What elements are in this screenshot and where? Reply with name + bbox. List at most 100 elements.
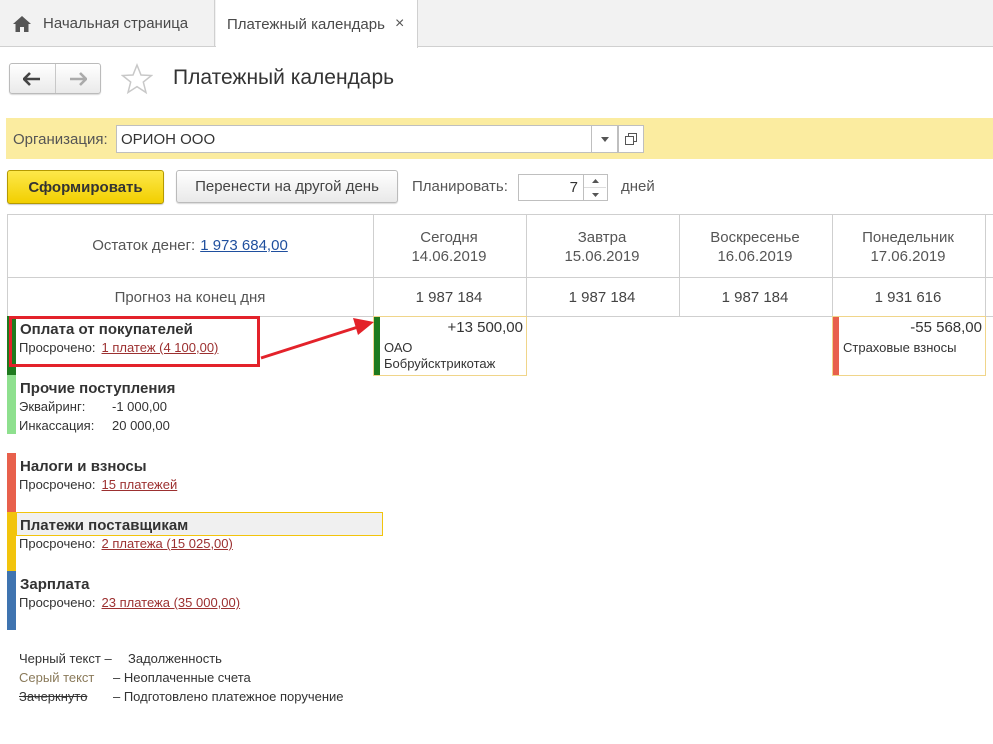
forecast-label: Прогноз на конец дня: [114, 289, 266, 306]
entry-line: ОАО: [384, 340, 413, 355]
grid-line: [7, 214, 993, 215]
grid-line: [7, 277, 993, 278]
day-name: Воскресенье: [710, 229, 800, 246]
entry-color-bar: [374, 317, 380, 375]
day-name: Понедельник: [862, 229, 954, 246]
tab-home-label: Начальная страница: [43, 15, 189, 32]
category-color-bar: [7, 375, 16, 434]
entry-amount: +13 500,00: [447, 319, 524, 336]
overdue-label: Просрочено:: [19, 536, 96, 551]
legend-key: Серый текст: [19, 670, 95, 685]
day-header[interactable]: Завтра 15.06.2019: [526, 228, 678, 266]
organization-field[interactable]: ОРИОН ООО: [116, 125, 592, 153]
close-icon[interactable]: ×: [395, 15, 404, 33]
plan-days-input[interactable]: 7: [518, 174, 584, 201]
day-date: 15.06.2019: [564, 248, 640, 265]
tab-bar: Начальная страница Платежный календарь ×: [0, 0, 993, 48]
entry-description: Страховые взносы: [843, 340, 956, 356]
plan-days-stepper[interactable]: [584, 174, 608, 201]
category-detail-line: Эквайринг: -1 000,00: [19, 399, 167, 414]
category-title: Прочие поступления: [20, 380, 176, 397]
category-color-bar: [7, 571, 16, 630]
forecast-value: 1 987 184: [415, 289, 483, 306]
annotation-highlight-box: [9, 316, 260, 367]
balance-cell: Остаток денег: 1 973 684,00: [7, 237, 373, 254]
back-button[interactable]: [10, 64, 55, 93]
category-title: Платежи поставщикам: [20, 517, 189, 534]
category-overdue-line: Просрочено: 2 платежа (15 025,00): [19, 536, 233, 551]
overdue-link[interactable]: 2 платежа (15 025,00): [102, 536, 233, 551]
category-color-bar: [7, 453, 16, 512]
entry-line: Бобруйсктрикотаж: [384, 356, 496, 371]
tab-home[interactable]: Начальная страница: [0, 0, 215, 47]
category-other-receipts[interactable]: Прочие поступления Эквайринг: -1 000,00 И…: [7, 375, 375, 434]
balance-label: Остаток денег:: [92, 237, 196, 254]
organization-dropdown-button[interactable]: [592, 125, 618, 153]
organization-label: Организация:: [13, 131, 108, 148]
day-header[interactable]: Понедельник 17.06.2019: [832, 228, 984, 266]
chevron-down-icon: [600, 136, 609, 142]
day-name: Завтра: [577, 229, 627, 246]
forward-button[interactable]: [54, 64, 101, 93]
legend-value: Задолженность: [128, 651, 222, 666]
overdue-link[interactable]: 23 платежа (35 000,00): [102, 595, 241, 610]
balance-link[interactable]: 1 973 684,00: [200, 237, 288, 254]
day-date: 14.06.2019: [411, 248, 487, 265]
legend-value: – Подготовлено платежное поручение: [113, 689, 344, 704]
legend-value: – Неоплаченные счета: [113, 670, 251, 685]
overdue-link[interactable]: 15 платежей: [102, 477, 178, 492]
entry-amount: -55 568,00: [910, 319, 982, 336]
nav-button-group: [9, 63, 101, 94]
arrow-left-icon: [23, 71, 41, 86]
legend-key: Черный текст –: [19, 651, 112, 666]
category-taxes[interactable]: Налоги и взносы Просрочено: 15 платежей: [7, 453, 375, 512]
forecast-value: 1 987 184: [721, 289, 789, 306]
day-header[interactable]: Сегодня 14.06.2019: [373, 228, 525, 266]
organization-bar: Организация: ОРИОН ООО: [6, 118, 993, 159]
category-color-bar: [7, 512, 16, 571]
organization-open-button[interactable]: [618, 125, 644, 153]
legend: Черный текст – Задолженность Серый текст –…: [19, 651, 344, 708]
category-title: Зарплата: [20, 576, 90, 593]
legend-row: Серый текст – Неоплаченные счета: [19, 670, 344, 689]
category-overdue-line: Просрочено: 15 платежей: [19, 477, 177, 492]
tab-active-label: Платежный календарь: [227, 15, 385, 33]
generate-button[interactable]: Сформировать: [7, 170, 164, 204]
arrow-right-icon: [69, 71, 87, 86]
forecast-value: 1 931 616: [874, 289, 942, 306]
overdue-label: Просрочено:: [19, 595, 96, 610]
plan-unit-label: дней: [621, 178, 655, 195]
entry-color-bar: [833, 317, 839, 375]
open-window-icon: [625, 133, 637, 145]
category-title: Налоги и взносы: [20, 458, 147, 475]
detail-value: 20 000,00: [112, 418, 170, 433]
legend-row: Черный текст – Задолженность: [19, 651, 344, 670]
page-title: Платежный календарь: [173, 66, 395, 89]
category-detail-line: Инкассация: 20 000,00: [19, 418, 170, 433]
detail-key: Эквайринг:: [19, 399, 86, 414]
stepper-down-icon[interactable]: [584, 188, 606, 201]
day-name: Сегодня: [420, 229, 478, 246]
entry-description: ОАО Бобруйсктрикотаж: [384, 340, 495, 372]
home-icon: [13, 15, 31, 32]
detail-value: -1 000,00: [112, 399, 167, 414]
move-to-another-day-button[interactable]: Перенести на другой день: [176, 170, 398, 203]
forecast-value: 1 987 184: [568, 289, 636, 306]
tab-payment-calendar[interactable]: Платежный календарь ×: [216, 0, 418, 48]
stepper-up-icon[interactable]: [584, 175, 606, 188]
entry-line: Страховые взносы: [843, 340, 957, 355]
grid-line: [985, 214, 986, 317]
category-salary[interactable]: Зарплата Просрочено: 23 платежа (35 000,0…: [7, 571, 375, 630]
day-date: 16.06.2019: [717, 248, 793, 265]
legend-key: Зачеркнуто: [19, 689, 88, 704]
favorite-star-icon[interactable]: [121, 63, 153, 95]
overdue-label: Просрочено:: [19, 477, 96, 492]
plan-label: Планировать:: [412, 178, 508, 195]
category-overdue-line: Просрочено: 23 платежа (35 000,00): [19, 595, 240, 610]
legend-row: Зачеркнуто – Подготовлено платежное поруч…: [19, 689, 344, 708]
day-header[interactable]: Воскресенье 16.06.2019: [679, 228, 831, 266]
payment-entry[interactable]: +13 500,00 ОАО Бобруйсктрикотаж: [373, 316, 527, 376]
category-supplier-payments[interactable]: Платежи поставщикам Просрочено: 2 платежа…: [7, 512, 383, 571]
detail-key: Инкассация:: [19, 418, 95, 433]
payment-entry[interactable]: -55 568,00 Страховые взносы: [832, 316, 986, 376]
